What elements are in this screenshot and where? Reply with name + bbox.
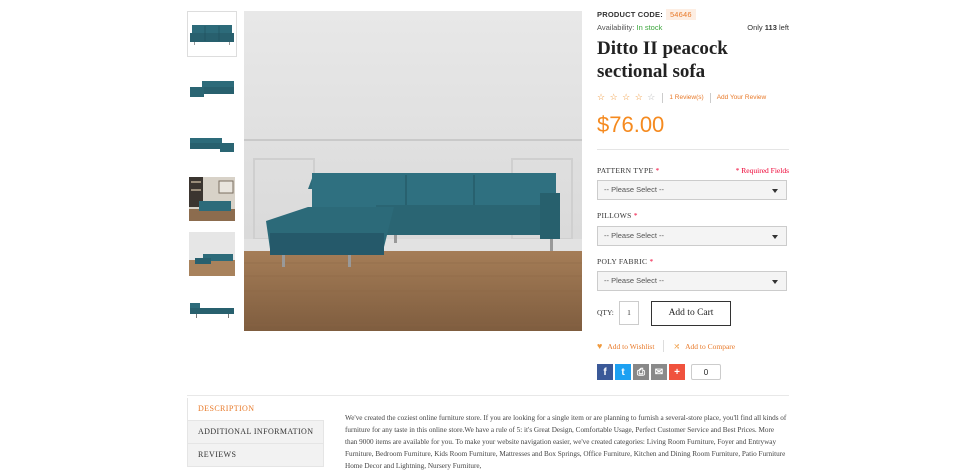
thumbnail-angle-left[interactable] xyxy=(187,66,237,112)
divider xyxy=(709,92,711,103)
pillows-text: PILLOWS xyxy=(597,211,632,220)
thumbnail-strip xyxy=(187,11,239,341)
quantity-input[interactable]: 1 xyxy=(619,301,639,325)
availability-status: In stock xyxy=(636,23,663,32)
email-icon[interactable]: ✉ xyxy=(651,364,667,380)
product-code-label: PRODUCT CODE: xyxy=(597,10,663,19)
poly-fabric-text: POLY FABRIC xyxy=(597,257,648,266)
chevron-down-icon xyxy=(772,189,778,193)
tab-reviews[interactable]: REVIEWS xyxy=(187,444,324,467)
main-product-image[interactable] xyxy=(244,11,582,331)
pillows-value: -- Please Select -- xyxy=(604,231,665,240)
add-to-wishlist-link[interactable]: Add to Wishlist xyxy=(607,342,654,351)
product-tabs: DESCRIPTION ADDITIONAL INFORMATION REVIE… xyxy=(187,398,324,467)
thumbnail-front[interactable] xyxy=(187,11,237,57)
availability: Availability: In stock xyxy=(597,23,662,32)
pillows-select[interactable]: -- Please Select -- xyxy=(597,226,787,246)
thumbnail-room[interactable] xyxy=(187,176,237,222)
poly-fabric-value: -- Please Select -- xyxy=(604,276,665,285)
poly-fabric-label: POLY FABRIC * xyxy=(597,257,654,266)
product-code-value: 54646 xyxy=(665,9,696,20)
twitter-icon[interactable]: t xyxy=(615,364,631,380)
stock-count: Only 113 left xyxy=(747,23,789,32)
tab-description[interactable]: DESCRIPTION xyxy=(187,398,324,421)
poly-fabric-select[interactable]: -- Please Select -- xyxy=(597,271,787,291)
stars-filled: ☆ ☆ ☆ ☆ xyxy=(597,92,644,102)
pillows-label: PILLOWS * xyxy=(597,211,638,220)
action-links: ♥ Add to Wishlist ⤨ Add to Compare xyxy=(597,340,735,352)
share-count: 0 xyxy=(691,364,721,380)
thumbnail-side[interactable] xyxy=(187,286,237,332)
add-review-link[interactable]: Add Your Review xyxy=(717,94,767,101)
product-title: Ditto II peacock sectional sofa xyxy=(597,38,728,82)
availability-label: Availability: xyxy=(597,23,635,32)
plus-icon[interactable]: + xyxy=(669,364,685,380)
divider xyxy=(663,340,665,352)
qty-label: QTY: xyxy=(597,308,614,317)
star-rating-icon: ☆ ☆ ☆ ☆ ☆ xyxy=(597,92,656,103)
stock-suffix: left xyxy=(778,23,789,32)
product-price: $76.00 xyxy=(597,112,665,137)
thumbnail-room-wide[interactable] xyxy=(187,231,237,277)
pattern-type-text: PATTERN TYPE xyxy=(597,166,654,175)
add-to-cart-button[interactable]: Add to Cart xyxy=(651,301,731,326)
thumbnail-angle-right[interactable] xyxy=(187,121,237,167)
tab-additional-information[interactable]: ADDITIONAL INFORMATION xyxy=(187,421,324,444)
add-to-compare-link[interactable]: Add to Compare xyxy=(685,342,735,351)
share-buttons: f t ⎙ ✉ + 0 xyxy=(597,364,721,380)
chevron-down-icon xyxy=(772,280,778,284)
heart-icon: ♥ xyxy=(597,341,603,351)
facebook-icon[interactable]: f xyxy=(597,364,613,380)
required-fields-note: * Required Fields xyxy=(735,166,789,175)
divider xyxy=(662,92,664,103)
reviews-link[interactable]: 1 Review(s) xyxy=(669,94,703,101)
divider xyxy=(597,149,789,150)
stock-number: 113 xyxy=(764,23,777,32)
required-mark: * xyxy=(633,211,638,220)
description-text: We've created the coziest online furnitu… xyxy=(345,414,787,470)
stock-prefix: Only xyxy=(747,23,763,32)
rating-row: ☆ ☆ ☆ ☆ ☆ 1 Review(s) Add Your Review xyxy=(597,92,766,103)
required-mark: * xyxy=(649,257,654,266)
pattern-type-label: PATTERN TYPE * xyxy=(597,166,660,175)
stars-empty: ☆ xyxy=(647,92,657,102)
divider xyxy=(187,395,789,396)
pattern-type-value: -- Please Select -- xyxy=(604,185,665,194)
product-code: PRODUCT CODE: 54646 xyxy=(597,9,696,20)
required-mark: * xyxy=(655,166,660,175)
compare-icon: ⤨ xyxy=(673,341,681,351)
print-icon[interactable]: ⎙ xyxy=(633,364,649,380)
chevron-down-icon xyxy=(772,235,778,239)
pattern-type-select[interactable]: -- Please Select -- xyxy=(597,180,787,200)
